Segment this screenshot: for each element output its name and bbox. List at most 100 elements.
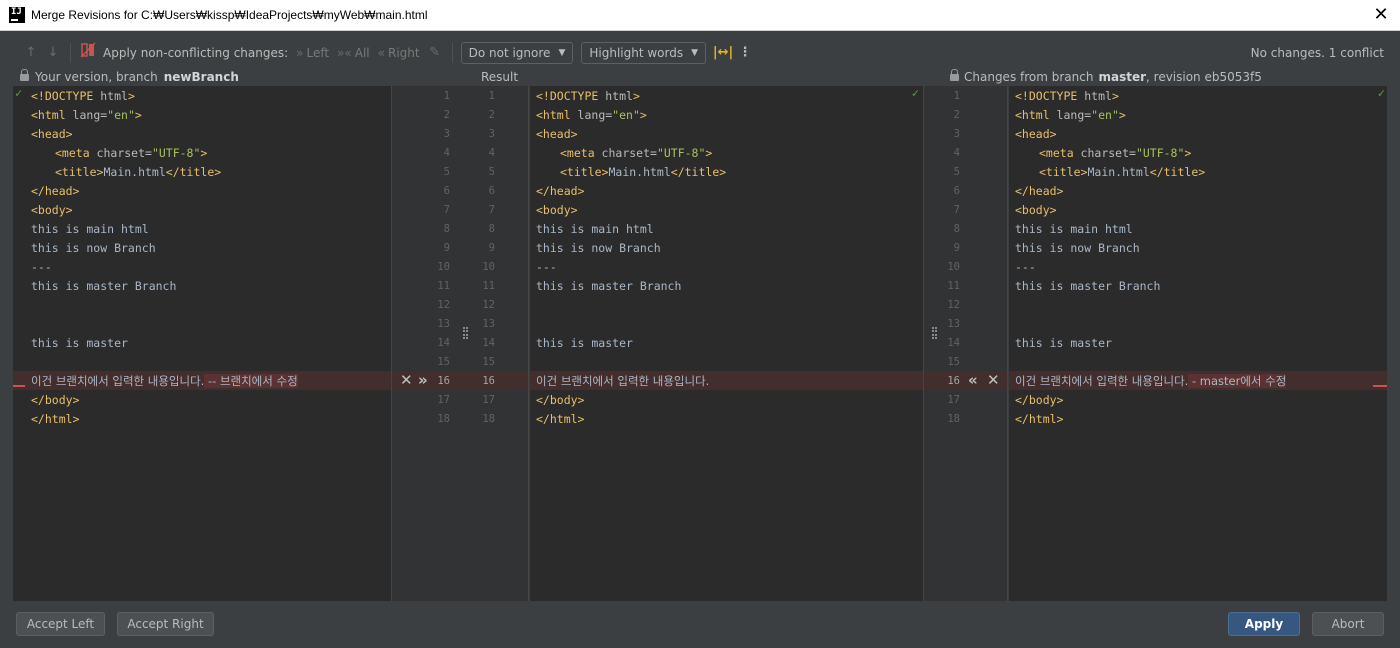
line-number: 6 [488, 185, 495, 197]
line-number: 5 [953, 166, 960, 178]
code-line: </body> [1015, 393, 1064, 407]
title-bar: IJ Merge Revisions for C:₩Users₩kissp₩Id… [0, 0, 1400, 31]
code-line: this is main html [31, 222, 149, 236]
code-line: this is master [31, 336, 128, 350]
more-options-icon[interactable]: ⋮ [734, 42, 756, 64]
apply-button[interactable]: Apply [1228, 612, 1300, 636]
line-number: 12 [437, 299, 450, 311]
code-line: </head> [31, 184, 80, 198]
code-line: <meta charset="UTF-8"> [1039, 146, 1192, 160]
drag-handle-icon[interactable] [463, 327, 468, 339]
code-line: <title>Main.html</title> [560, 165, 727, 179]
line-number: 17 [437, 394, 450, 406]
line-number: 13 [482, 318, 495, 330]
line-number: 8 [488, 223, 495, 235]
code-line: <body> [31, 203, 73, 217]
line-number: 14 [482, 337, 495, 349]
line-number: 1 [443, 90, 450, 102]
apply-left-label: Left [306, 46, 330, 60]
chevron-down-icon: ▼ [558, 48, 566, 58]
result-header-label: Result [481, 69, 519, 84]
apply-all-button[interactable]: »« All [337, 46, 370, 60]
code-line: </html> [536, 412, 585, 426]
line-number: 2 [443, 109, 450, 121]
previous-difference-icon[interactable]: ↑ [20, 42, 42, 64]
apply-non-conflicting-label: Apply non-conflicting changes: [103, 46, 289, 60]
line-number: 11 [947, 280, 960, 292]
line-number: 3 [443, 128, 450, 140]
code-line: this is master Branch [1015, 279, 1161, 293]
right-pane-header: Changes from branch master, revision eb50… [950, 68, 1262, 85]
line-number: 13 [947, 318, 960, 330]
line-number: 4 [488, 147, 495, 159]
line-number: 5 [443, 166, 450, 178]
highlight-mode-dropdown[interactable]: Highlight words ▼ [581, 42, 707, 64]
line-number: 11 [482, 280, 495, 292]
code-line: <!DOCTYPE html> [31, 89, 135, 103]
lock-icon [20, 69, 29, 83]
line-number: 8 [443, 223, 450, 235]
ignore-whitespace-value: Do not ignore [468, 46, 551, 60]
ignore-whitespace-dropdown[interactable]: Do not ignore ▼ [460, 42, 574, 64]
left-header-prefix: Your version, branch [35, 69, 158, 84]
lock-scrolling-icon[interactable] [77, 42, 99, 64]
right-header-revision: , revision eb5053f5 [1146, 69, 1262, 84]
apply-all-label: All [354, 46, 370, 60]
apply-all-icon: »« [337, 46, 352, 60]
line-number: 14 [947, 337, 960, 349]
line-number: 7 [953, 204, 960, 216]
accept-left-button[interactable]: Accept Left [16, 612, 105, 636]
intellij-app-icon: IJ [9, 7, 25, 23]
code-line: <!DOCTYPE html> [1015, 89, 1119, 103]
apply-left-button[interactable]: » Left [296, 46, 329, 60]
merge-status-text: No changes. 1 conflict [1250, 46, 1384, 60]
code-line: this is now Branch [1015, 241, 1140, 255]
code-line: --- [536, 260, 557, 274]
next-difference-icon[interactable]: ↓ [42, 42, 64, 64]
accept-right-button[interactable]: Accept Right [117, 612, 214, 636]
code-line: this is main html [1015, 222, 1133, 236]
line-number: 6 [953, 185, 960, 197]
apply-right-label: Right [388, 46, 420, 60]
right-editor-pane[interactable]: ✓ <!DOCTYPE html> <html lang="en"> <head… [1009, 86, 1387, 601]
line-number: 3 [488, 128, 495, 140]
line-number: 4 [443, 147, 450, 159]
apply-right-change-icon[interactable]: « [968, 371, 978, 390]
code-line: </html> [31, 412, 80, 426]
double-chevron-left-icon: « [377, 46, 385, 60]
left-editor-pane[interactable]: ✓ <!DOCTYPE html> <html lang="en"> <head… [13, 86, 391, 601]
line-number: 9 [488, 242, 495, 254]
line-number: 16 [437, 375, 450, 387]
line-number: 9 [443, 242, 450, 254]
conflict-code-line: 이건 브랜치에서 입력한 내용입니다. - master에서 수정 [1015, 374, 1287, 388]
code-line: <html lang="en"> [1015, 108, 1126, 122]
line-number: 12 [947, 299, 960, 311]
code-line: this is now Branch [536, 241, 661, 255]
code-line: <head> [1015, 127, 1057, 141]
code-line: </head> [536, 184, 585, 198]
close-window-icon[interactable]: ✕ [1370, 4, 1392, 26]
line-number: 14 [437, 337, 450, 349]
highlight-mode-value: Highlight words [589, 46, 684, 60]
code-line: <title>Main.html</title> [55, 165, 222, 179]
discard-right-change-icon[interactable]: ✕ [987, 371, 1000, 390]
abort-button[interactable]: Abort [1312, 612, 1384, 636]
code-line: this is now Branch [31, 241, 156, 255]
synchronize-scroll-icon[interactable]: |↔| [712, 42, 734, 64]
apply-right-button[interactable]: «Right [378, 46, 420, 60]
line-number: 15 [947, 356, 960, 368]
line-number: 11 [437, 280, 450, 292]
code-line: </html> [1015, 412, 1064, 426]
line-number: 16 [482, 375, 495, 387]
line-number: 13 [437, 318, 450, 330]
discard-left-change-icon[interactable]: ✕ [400, 371, 413, 390]
line-number: 7 [443, 204, 450, 216]
line-number: 4 [953, 147, 960, 159]
toolbar-divider [70, 43, 71, 63]
line-number: 18 [437, 413, 450, 425]
magic-resolve-icon[interactable]: ✎ [424, 42, 446, 64]
result-editor-pane[interactable]: ✓ <!DOCTYPE html> <html lang="en"> <head… [530, 86, 923, 601]
line-number: 6 [443, 185, 450, 197]
line-number: 18 [482, 413, 495, 425]
code-line: <title>Main.html</title> [1039, 165, 1206, 179]
